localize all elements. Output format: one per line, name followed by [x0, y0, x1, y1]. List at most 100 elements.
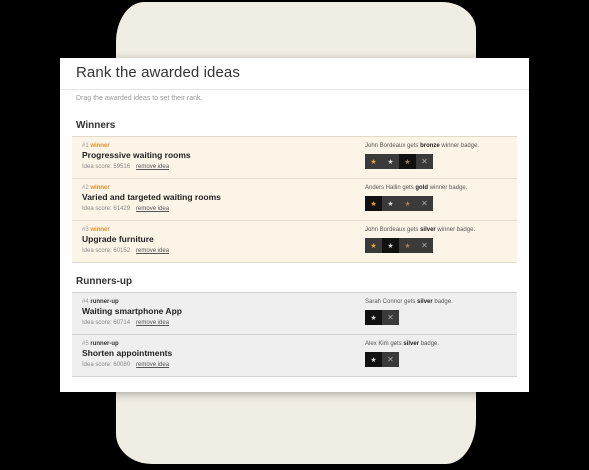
silver-badge-button[interactable]: ★ [382, 238, 399, 253]
idea-score: Idea score: 60080 [82, 362, 131, 368]
runner-up-row[interactable]: #5 runner-up Shorten appointments Idea sco… [72, 335, 517, 377]
bronze-badge-button[interactable]: ★ [399, 238, 416, 253]
badge-assignment: Alex Kim gets silver badge. ★ ✕ [365, 341, 439, 367]
remove-idea-link[interactable]: remove idea [136, 206, 169, 212]
rank-number: #1 [82, 143, 89, 149]
badge-name: bronze [420, 143, 440, 149]
badge-selector: ★ ✕ [365, 310, 453, 325]
rank-number: #3 [82, 227, 89, 233]
silver-badge-button[interactable]: ★ [382, 196, 399, 211]
badge-name: silver [420, 227, 436, 233]
silver-badge-button[interactable]: ★ [365, 310, 382, 325]
idea-score: Idea score: 60152 [82, 248, 131, 254]
badge-suffix: winner badge. [439, 143, 480, 149]
runners-up-list: #4 runner-up Waiting smartphone App Idea s… [72, 292, 517, 377]
close-icon: ✕ [387, 355, 394, 364]
badge-selector: ★ ★ ★ ✕ [365, 196, 467, 211]
badge-name: silver [403, 341, 420, 347]
star-icon: ★ [370, 356, 377, 364]
page-title: Rank the awarded ideas [76, 64, 240, 81]
divider [60, 89, 529, 90]
star-icon: ★ [387, 200, 394, 208]
rank-number: #2 [82, 185, 89, 191]
silver-badge-button[interactable]: ★ [365, 352, 382, 367]
remove-idea-link[interactable]: remove idea [136, 320, 169, 326]
clear-badge-button[interactable]: ✕ [416, 154, 433, 169]
star-icon: ★ [404, 200, 411, 208]
silver-badge-button[interactable]: ★ [382, 154, 399, 169]
close-icon: ✕ [421, 241, 428, 250]
gets-text: gets [405, 227, 421, 233]
badge-description: John Bordeaux gets bronze winner badge. [365, 143, 479, 149]
gold-badge-button[interactable]: ★ [365, 154, 382, 169]
clear-badge-button[interactable]: ✕ [416, 238, 433, 253]
star-icon: ★ [404, 158, 411, 166]
idea-title: Shorten appointments [82, 348, 173, 358]
badge-description: Sarah Connor gets silver badge. [365, 299, 453, 305]
runner-up-row[interactable]: #4 runner-up Waiting smartphone App Idea s… [72, 293, 517, 335]
remove-idea-link[interactable]: remove idea [136, 362, 169, 368]
winner-row[interactable]: #3 winner Upgrade furniture Idea score: 60… [72, 221, 517, 263]
badge-description: Alex Kim gets silver badge. [365, 341, 439, 347]
clear-badge-button[interactable]: ✕ [382, 310, 399, 325]
badge-selector: ★ ★ ★ ✕ [365, 238, 475, 253]
badge-assignment: Sarah Connor gets silver badge. ★ ✕ [365, 299, 453, 325]
badge-assignment: John Bordeaux gets bronze winner badge. ★… [365, 143, 479, 169]
close-icon: ✕ [421, 157, 428, 166]
star-icon: ★ [370, 158, 377, 166]
close-icon: ✕ [421, 199, 428, 208]
star-icon: ★ [404, 242, 411, 250]
star-icon: ★ [370, 314, 377, 322]
rank-type: runner-up [90, 299, 119, 305]
gets-text: gets [388, 341, 404, 347]
badge-description: John Bordeaux gets silver winner badge. [365, 227, 475, 233]
rank-type: runner-up [90, 341, 119, 347]
star-icon: ★ [370, 242, 377, 250]
badge-selector: ★ ✕ [365, 352, 439, 367]
badge-description: Anders Hallin gets gold winner badge. [365, 185, 467, 191]
close-icon: ✕ [387, 313, 394, 322]
idea-score: Idea score: 59516 [82, 164, 131, 170]
person-name: Anders Hallin [365, 185, 401, 191]
rank-type: winner [90, 185, 110, 191]
idea-score: Idea score: 61429 [82, 206, 131, 212]
remove-idea-link[interactable]: remove idea [136, 248, 169, 254]
bronze-badge-button[interactable]: ★ [399, 196, 416, 211]
idea-score: Idea score: 60714 [82, 320, 131, 326]
badge-selector: ★ ★ ★ ✕ [365, 154, 479, 169]
badge-assignment: John Bordeaux gets silver winner badge. ★… [365, 227, 475, 253]
rank-number: #5 [82, 341, 89, 347]
remove-idea-link[interactable]: remove idea [136, 164, 169, 170]
badge-suffix: winner badge. [435, 227, 476, 233]
idea-meta: Idea score: 60080 remove idea [82, 362, 517, 368]
gold-badge-button[interactable]: ★ [365, 238, 382, 253]
person-name: John Bordeaux [365, 227, 406, 233]
clear-badge-button[interactable]: ✕ [416, 196, 433, 211]
badge-assignment: Anders Hallin gets gold winner badge. ★ ★ ★… [365, 185, 467, 211]
bronze-badge-button[interactable]: ★ [399, 154, 416, 169]
winner-row[interactable]: #2 winner Varied and targeted waiting roo… [72, 179, 517, 221]
winners-list: #1 winner Progressive waiting rooms Idea s… [72, 136, 517, 263]
clear-badge-button[interactable]: ✕ [382, 352, 399, 367]
gets-text: gets [405, 143, 421, 149]
star-icon: ★ [370, 200, 377, 208]
star-icon: ★ [387, 242, 394, 250]
rank-type: winner [90, 227, 110, 233]
person-name: Alex Kim [365, 341, 389, 347]
star-icon: ★ [387, 158, 394, 166]
idea-rank: #5 runner-up [82, 341, 517, 347]
gets-text: gets [402, 299, 418, 305]
winner-row[interactable]: #1 winner Progressive waiting rooms Idea s… [72, 137, 517, 179]
page-subtitle: Drag the awarded ideas to set their rank… [76, 95, 203, 102]
person-name: John Bordeaux [365, 143, 406, 149]
runners-up-heading: Runners-up [76, 276, 133, 287]
rank-number: #4 [82, 299, 89, 305]
badge-name: silver [417, 299, 433, 305]
gold-badge-button[interactable]: ★ [365, 196, 382, 211]
badge-name: gold [415, 185, 429, 191]
rank-type: winner [90, 143, 110, 149]
badge-suffix: badge. [419, 341, 440, 347]
person-name: Sarah Connor [365, 299, 403, 305]
winners-heading: Winners [76, 120, 116, 131]
badge-suffix: winner badge. [428, 185, 468, 191]
